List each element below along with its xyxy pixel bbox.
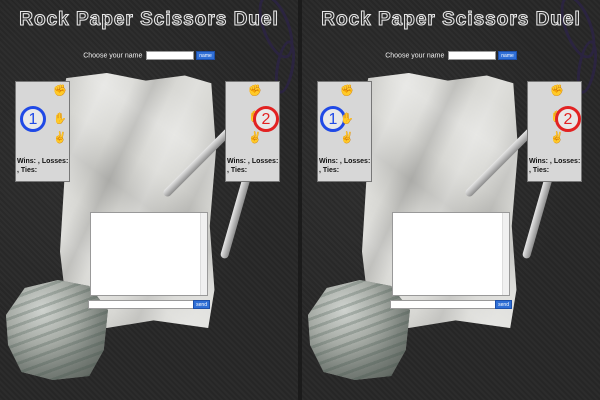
rock-icon[interactable]: ✊ [248,85,262,98]
player-1-card: ✊ 1 ✋ ✌ Wins: , Losses: , Ties: [317,81,372,182]
send-button[interactable]: send [495,300,512,309]
paper-icon[interactable]: ✋ [53,113,67,126]
scissors-blade [521,170,555,260]
chat-log[interactable] [392,212,510,296]
rock-icon[interactable]: ✊ [340,85,354,98]
player-1-card: 1 ✊ ✋ ✌ Wins: , Losses: , Ties: [15,81,70,182]
chat-scrollbar[interactable] [200,213,207,295]
chat-input[interactable] [390,300,502,309]
player-2-stats: Wins: , Losses: , Ties: [227,158,279,174]
player-2-badge: 2 [253,106,279,132]
rock-icon[interactable]: ✊ [53,85,67,98]
player-1-badge: 1 [20,106,46,132]
name-row: Choose your name name [302,51,600,60]
player-2-stats: Wins: , Losses: , Ties: [529,158,581,174]
chat-log[interactable] [90,212,208,296]
name-label: Choose your name [83,52,143,60]
name-button[interactable]: name [498,51,517,60]
name-row: Choose your name name [0,51,298,60]
page-title: Rock Paper Scissors Duel [19,9,279,31]
rock-icon[interactable]: ✊ [550,85,564,98]
player-1-stats: Wins: , Losses: , Ties: [319,158,371,174]
right-pane: Rock Paper Scissors Duel Choose your nam… [302,0,600,400]
chat-input[interactable] [88,300,200,309]
player-2-card: ✊ ✋ ✌ 2 Wins: , Losses: , Ties: [527,81,582,182]
player-1-stats: Wins: , Losses: , Ties: [17,158,69,174]
paper-icon[interactable]: ✋ [340,113,354,126]
left-pane: Rock Paper Scissors Duel Choose your nam… [0,0,298,400]
page-title: Rock Paper Scissors Duel [321,9,581,31]
chat-send-row: send [390,300,512,309]
scissors-icon[interactable]: ✌ [550,132,564,145]
scissors-icon[interactable]: ✌ [340,132,354,145]
player-2-card: ✊ ✋ ✌ 2 Wins: , Losses: , Ties: [225,81,280,182]
name-input[interactable] [448,51,497,60]
name-label: Choose your name [385,52,445,60]
chat-send-row: send [88,300,210,309]
scissors-icon[interactable]: ✌ [53,132,67,145]
scissors-blade [219,170,253,260]
scissors-icon[interactable]: ✌ [248,132,262,145]
name-button[interactable]: name [196,51,215,60]
name-input[interactable] [146,51,195,60]
chat-scrollbar[interactable] [502,213,509,295]
send-button[interactable]: send [193,300,210,309]
player-2-badge: 2 [555,106,581,132]
